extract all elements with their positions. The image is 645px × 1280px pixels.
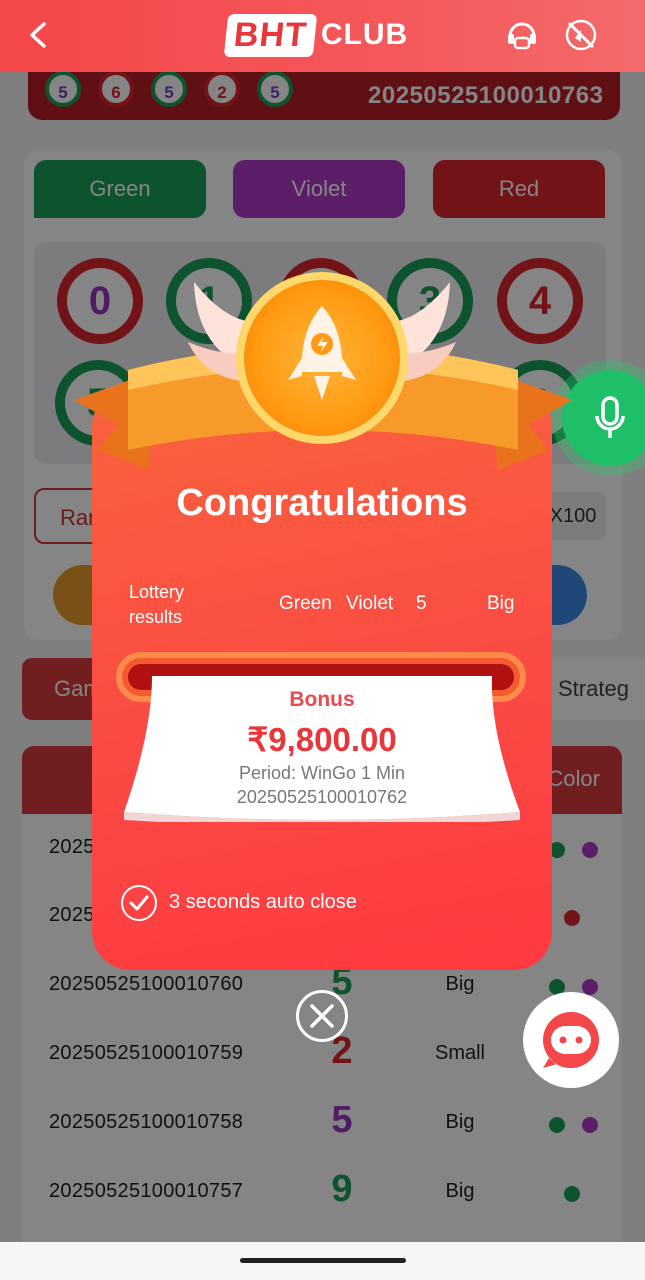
dialog-title: Congratulations [176,482,468,524]
lottery-result-color: Green [279,593,332,614]
period-label: Period: WinGo 1 Min [238,763,406,783]
checkmark-icon [129,895,149,911]
lottery-results-label: Lottery results [129,582,185,627]
chat-button[interactable] [523,992,619,1088]
close-button[interactable] [296,990,348,1042]
lottery-result-size: Big [487,593,515,614]
close-icon [310,1004,334,1028]
auto-close-checkbox[interactable] [121,885,157,921]
rocket-medal [236,272,408,444]
lottery-result-color: Violet [346,593,394,614]
rocket-icon [288,306,356,400]
auto-close-label: 3 seconds auto close [169,891,357,913]
logo-club: CLUB [320,18,409,51]
logo-bht: BHT [223,13,318,57]
back-icon[interactable] [24,18,52,52]
period-number: 20250525100010762 [236,787,408,807]
customer-service-icon[interactable] [503,16,541,54]
app-logo: BHT CLUB [223,10,409,60]
app-header: BHT CLUB [0,0,645,72]
home-indicator[interactable] [240,1258,406,1263]
sound-off-icon[interactable] [562,16,600,54]
chat-bubble-icon [543,1012,599,1068]
bonus-label: Bonus [289,688,355,711]
bonus-amount: ₹9,800.00 [247,721,397,758]
lottery-result-number: 5 [416,593,427,614]
